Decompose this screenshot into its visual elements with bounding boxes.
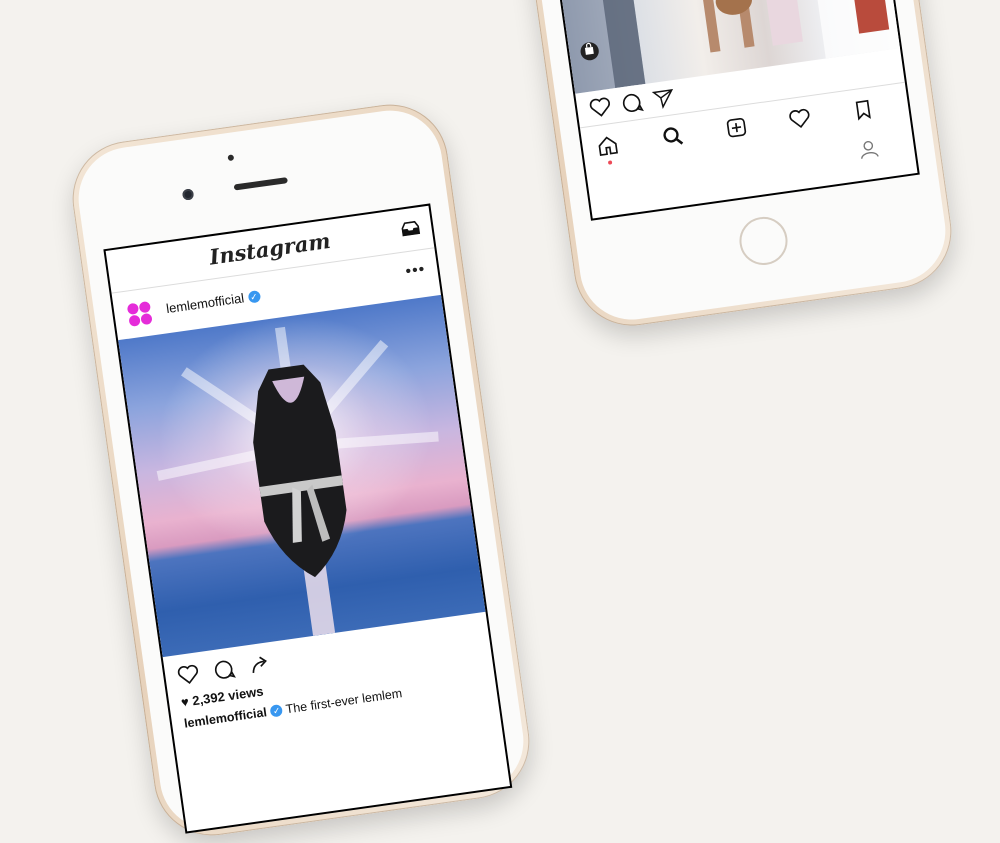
comment-icon[interactable] — [620, 90, 645, 115]
caption-verified-badge-icon: ✓ — [269, 703, 284, 718]
caption-text: The first-ever lemlem — [284, 686, 404, 717]
search-icon[interactable] — [661, 124, 686, 149]
phone-left: Instagram lemlemofficial ✓ ••• ♥ 2,392 v… — [65, 97, 537, 843]
small-heart-icon: ♥ — [180, 693, 190, 710]
inbox-icon[interactable] — [401, 220, 421, 237]
more-options-icon[interactable]: ••• — [404, 261, 426, 282]
avatar[interactable] — [125, 299, 154, 328]
share-icon[interactable] — [247, 652, 272, 677]
shopping-bag-icon[interactable] — [581, 41, 597, 57]
comment-icon[interactable] — [212, 657, 237, 682]
send-icon[interactable] — [651, 86, 676, 111]
caption-username[interactable]: lemlemofficial — [183, 705, 268, 730]
profile-icon[interactable] — [856, 137, 881, 162]
add-post-icon[interactable] — [724, 115, 749, 140]
activity-icon[interactable] — [787, 106, 812, 131]
phone-right — [485, 0, 959, 334]
notification-dot — [607, 160, 613, 165]
swimsuit-photo — [145, 315, 449, 636]
username-text[interactable]: lemlemofficial — [165, 290, 245, 316]
bookmark-icon[interactable] — [851, 97, 876, 122]
post-username[interactable]: lemlemofficial ✓ — [165, 288, 261, 316]
heart-icon[interactable] — [588, 95, 613, 120]
home-icon[interactable] — [595, 133, 620, 158]
verified-badge-icon: ✓ — [247, 290, 261, 304]
post-image[interactable] — [118, 294, 486, 658]
